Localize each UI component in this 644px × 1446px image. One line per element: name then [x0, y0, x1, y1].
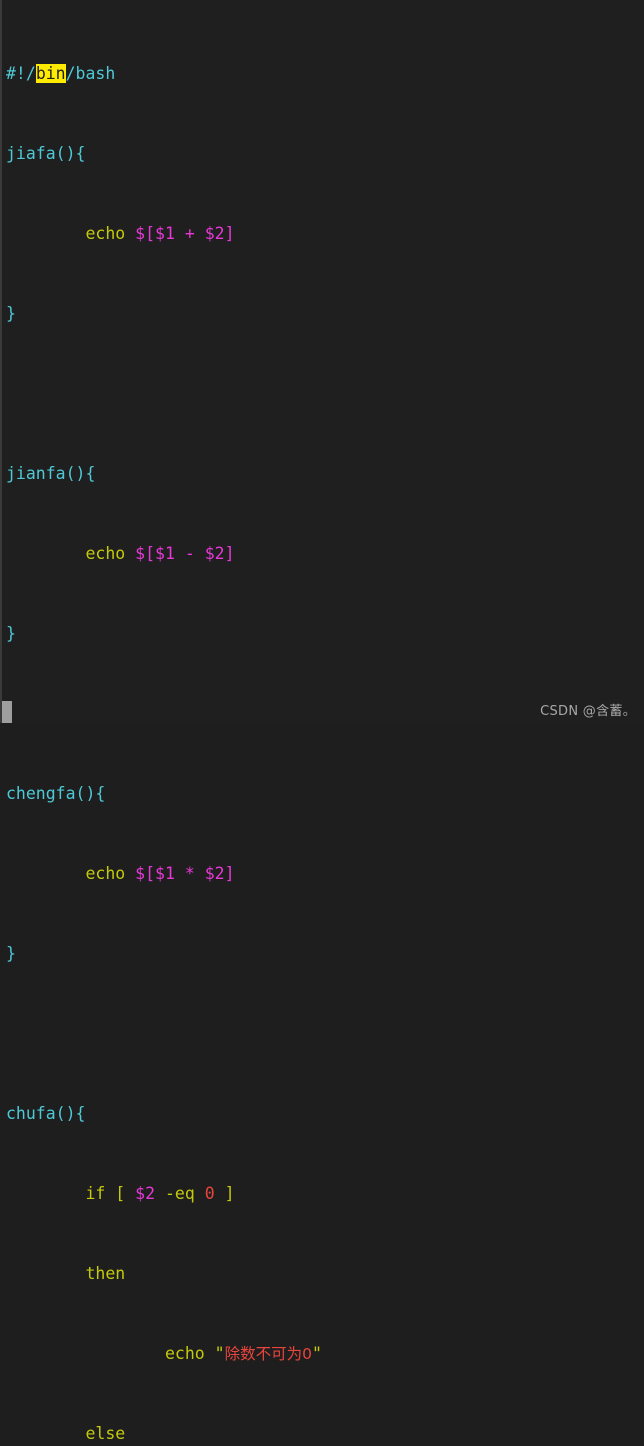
function-open: (){ [75, 784, 106, 803]
code-editor[interactable]: #!/bin/bash jiafa(){ echo $[$1 + $2] } j… [0, 0, 644, 1443]
code-line-7: echo $[$1 - $2] [6, 544, 644, 564]
code-line-13-blank [6, 1024, 644, 1044]
function-close-brace: } [6, 944, 16, 963]
arith-expr-sub: $[$1 - $2] [135, 544, 235, 563]
shebang-path-rest: /bash [65, 64, 116, 83]
code-line-1: #!/bin/bash [6, 64, 644, 84]
csdn-watermark: CSDN @含蓄。 [540, 704, 636, 719]
code-line-18: else [6, 1424, 644, 1444]
code-line-14: chufa(){ [6, 1104, 644, 1124]
function-close-brace: } [6, 624, 16, 643]
code-line-17: echo "除数不可为0" [6, 1344, 644, 1364]
code-block[interactable]: #!/bin/bash jiafa(){ echo $[$1 + $2] } j… [6, 4, 644, 1446]
search-highlight-bin: bin [35, 64, 66, 83]
keyword-echo: echo [85, 544, 126, 563]
arith-expr-add: $[$1 + $2] [135, 224, 235, 243]
string-quote-close: " [311, 1344, 322, 1363]
test-bracket-close: ] [224, 1184, 235, 1203]
scrollbar-corner[interactable] [2, 701, 12, 723]
keyword-echo: echo [85, 224, 126, 243]
keyword-then: then [85, 1264, 126, 1283]
function-open: (){ [55, 1104, 86, 1123]
operator-eq: -eq [164, 1184, 195, 1203]
code-line-10: chengfa(){ [6, 784, 644, 804]
code-line-4: } [6, 304, 644, 324]
code-line-11: echo $[$1 * $2] [6, 864, 644, 884]
shebang-hash: #! [6, 64, 26, 83]
code-line-2: jiafa(){ [6, 144, 644, 164]
arith-expr-mul: $[$1 * $2] [135, 864, 235, 883]
function-name-chengfa: chengfa [6, 784, 76, 803]
code-line-5-blank [6, 384, 644, 404]
keyword-echo: echo [85, 864, 126, 883]
function-name-jianfa: jianfa [6, 464, 66, 483]
code-line-6: jianfa(){ [6, 464, 644, 484]
function-open: (){ [55, 144, 86, 163]
string-divide-by-zero: 除数不可为0 [224, 1345, 312, 1363]
path-slash: / [25, 64, 36, 83]
code-line-8: } [6, 624, 644, 644]
positional-var-2: $2 [135, 1184, 156, 1203]
code-line-16: then [6, 1264, 644, 1284]
code-line-3: echo $[$1 + $2] [6, 224, 644, 244]
function-close-brace: } [6, 304, 16, 323]
function-name-chufa: chufa [6, 1104, 56, 1123]
number-zero: 0 [204, 1184, 215, 1203]
function-name-jiafa: jiafa [6, 144, 56, 163]
function-open: (){ [65, 464, 96, 483]
code-line-12: } [6, 944, 644, 964]
keyword-echo: echo [164, 1344, 205, 1363]
string-quote-open: " [214, 1344, 225, 1363]
keyword-if: if [85, 1184, 106, 1203]
test-bracket-open: [ [115, 1184, 126, 1203]
code-line-15: if [ $2 -eq 0 ] [6, 1184, 644, 1204]
keyword-else: else [85, 1424, 126, 1443]
